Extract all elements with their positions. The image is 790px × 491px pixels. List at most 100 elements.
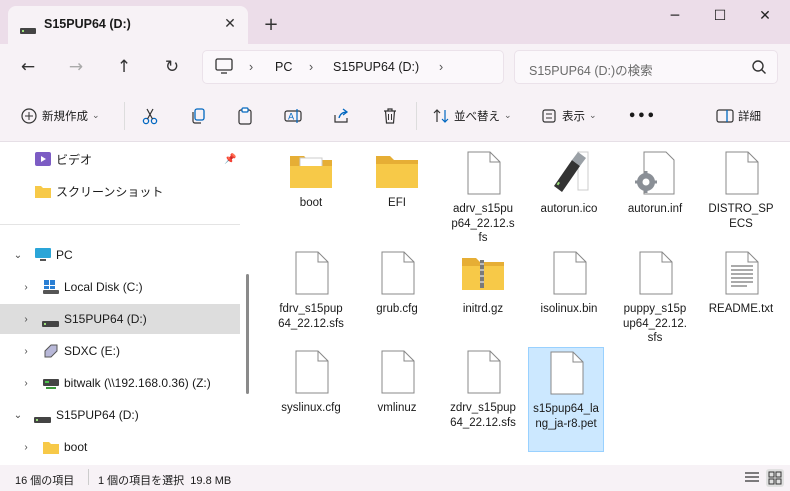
file-item[interactable]: README.txt — [705, 250, 777, 317]
back-button[interactable]: ← — [13, 52, 43, 82]
chevron-down-icon[interactable]: ⌄ — [12, 250, 24, 261]
file-item[interactable]: autorun.ico — [533, 150, 605, 217]
chevron-down-icon[interactable]: ⌄ — [12, 410, 24, 421]
sidebar-item-label: Local Disk (C:) — [64, 280, 143, 294]
details-view-icon[interactable] — [744, 470, 760, 487]
tab-active[interactable]: S15PUP64 (D:) ✕ — [8, 6, 248, 44]
sidebar-item-network-drive[interactable]: › bitwalk (\\192.168.0.36) (Z:) — [0, 368, 240, 398]
sidebar-item-label: ビデオ — [56, 152, 93, 167]
details-pane-label: 詳細 — [738, 109, 761, 123]
file-item[interactable]: grub.cfg — [361, 250, 433, 317]
file-name: adrv_s15pup64_22.12.sfs — [451, 203, 515, 244]
view-button[interactable]: 表示 ⌄ — [540, 102, 597, 130]
file-item[interactable]: boot — [275, 150, 347, 211]
details-pane-icon — [716, 109, 734, 123]
selection-info: 1 個の項目を選択 19.8 MB — [98, 475, 232, 487]
sidebar-item-label: S15PUP64 (D:) — [64, 312, 147, 326]
file-name: boot — [299, 197, 323, 209]
scissors-icon — [142, 108, 158, 125]
file-item[interactable]: fdrv_s15pup64_22.12.sfs — [275, 250, 347, 331]
rename-icon: A — [284, 109, 302, 123]
folder-icon — [42, 439, 60, 455]
cut-button[interactable] — [141, 102, 159, 130]
file-name: autorun.inf — [627, 203, 683, 215]
file-item[interactable]: isolinux.bin — [533, 250, 605, 317]
file-item[interactable]: puppy_s15pup64_22.12.sfs — [619, 250, 691, 346]
forward-button[interactable]: → — [61, 52, 91, 82]
share-icon — [334, 108, 349, 123]
chevron-right-icon[interactable]: › — [20, 378, 32, 389]
rename-button[interactable]: A — [284, 102, 302, 130]
breadcrumb-drive[interactable]: S15PUP64 (D:) — [333, 60, 419, 74]
paste-button[interactable] — [236, 102, 254, 130]
details-pane-button[interactable]: 詳細 — [716, 102, 761, 130]
file-name: syslinux.cfg — [281, 402, 341, 414]
file-name: EFI — [388, 197, 406, 209]
maximize-button[interactable]: ☐ — [705, 6, 735, 28]
file-icon — [381, 350, 415, 394]
file-icon — [467, 350, 501, 394]
file-item[interactable]: EFI — [361, 150, 433, 211]
file-icon — [639, 251, 673, 295]
tiles-view-icon[interactable] — [766, 469, 784, 487]
new-button[interactable]: 新規作成 ⌄ — [20, 102, 100, 130]
chevron-right-icon[interactable]: › — [20, 282, 32, 293]
sidebar-item-sdxc[interactable]: › SDXC (E:) — [0, 336, 240, 366]
chevron-right-icon[interactable]: › — [20, 346, 32, 357]
file-item[interactable]: initrd.gz — [447, 250, 519, 317]
command-bar: 新規作成 ⌄ A 並べ替え ⌄ 表示 ⌄ ••• 詳細 — [0, 90, 790, 142]
sidebar-item-videos[interactable]: ビデオ 📌 — [0, 144, 240, 174]
sidebar-item-label: PC — [56, 248, 73, 262]
file-item[interactable]: vmlinuz — [361, 349, 433, 416]
sidebar-item-s15pup64-root[interactable]: ⌄ S15PUP64 (D:) — [0, 400, 240, 430]
settings-file-icon — [635, 151, 675, 195]
chevron-down-icon: ⌄ — [92, 111, 100, 121]
monitor-icon — [215, 58, 233, 77]
toolbar-divider — [416, 102, 417, 130]
address-bar[interactable]: › PC › S15PUP64 (D:) › — [202, 50, 504, 84]
sidebar-item-label: SDXC (E:) — [64, 344, 121, 358]
file-item[interactable]: zdrv_s15pup64_22.12.sfs — [447, 349, 519, 430]
file-item-selected[interactable]: s15pup64_lang_ja-r8.pet — [528, 347, 604, 452]
new-tab-button[interactable]: + — [258, 12, 284, 38]
sidebar-item-boot[interactable]: › boot — [0, 432, 240, 462]
file-item[interactable]: syslinux.cfg — [275, 349, 347, 416]
close-window-button[interactable]: ✕ — [750, 6, 780, 28]
minimize-button[interactable]: ─ — [660, 6, 690, 28]
delete-button[interactable] — [381, 102, 399, 130]
sort-button[interactable]: 並べ替え ⌄ — [432, 102, 512, 130]
sidebar-item-label: スクリーンショット — [56, 184, 164, 199]
chevron-right-icon: › — [249, 60, 254, 74]
copy-button[interactable] — [189, 102, 207, 130]
plus-circle-icon — [21, 108, 37, 124]
sidebar-item-local-disk[interactable]: › Local Disk (C:) — [0, 272, 240, 302]
drive-icon — [34, 412, 52, 428]
sidebar-item-s15pup64-drive[interactable]: › S15PUP64 (D:) — [0, 304, 240, 334]
search-box[interactable]: S15PUP64 (D:)の検索 — [514, 50, 778, 84]
chevron-right-icon[interactable]: › — [20, 442, 32, 453]
more-options-button[interactable]: ••• — [628, 102, 656, 130]
sort-icon — [433, 109, 449, 123]
sidebar-item-screenshots[interactable]: スクリーンショット — [0, 176, 240, 206]
breadcrumb-pc[interactable]: PC — [275, 60, 292, 74]
usb-drive-image-icon — [554, 151, 589, 192]
status-divider — [88, 469, 89, 485]
chevron-right-icon: › — [309, 60, 314, 74]
up-button[interactable]: ↑ — [109, 52, 139, 82]
file-item[interactable]: DISTRO_SPECS — [705, 150, 777, 231]
title-bar: S15PUP64 (D:) ✕ + ─ ☐ ✕ — [0, 0, 790, 44]
share-button[interactable] — [332, 102, 350, 130]
svg-text:A: A — [288, 113, 295, 123]
sd-card-icon — [42, 343, 60, 359]
file-icon — [295, 350, 329, 394]
tab-close-button[interactable]: ✕ — [220, 14, 240, 34]
chevron-right-icon[interactable]: › — [20, 314, 32, 325]
item-count: 16 個の項目 — [15, 475, 75, 487]
refresh-button[interactable]: ↻ — [157, 52, 187, 82]
sidebar-item-pc[interactable]: ⌄ PC — [0, 240, 240, 270]
file-icon — [381, 251, 415, 295]
toolbar-divider — [124, 102, 125, 130]
file-item[interactable]: autorun.inf — [619, 150, 691, 217]
file-item[interactable]: adrv_s15pup64_22.12.sfs — [447, 150, 519, 246]
sidebar-scrollbar[interactable] — [246, 274, 249, 394]
